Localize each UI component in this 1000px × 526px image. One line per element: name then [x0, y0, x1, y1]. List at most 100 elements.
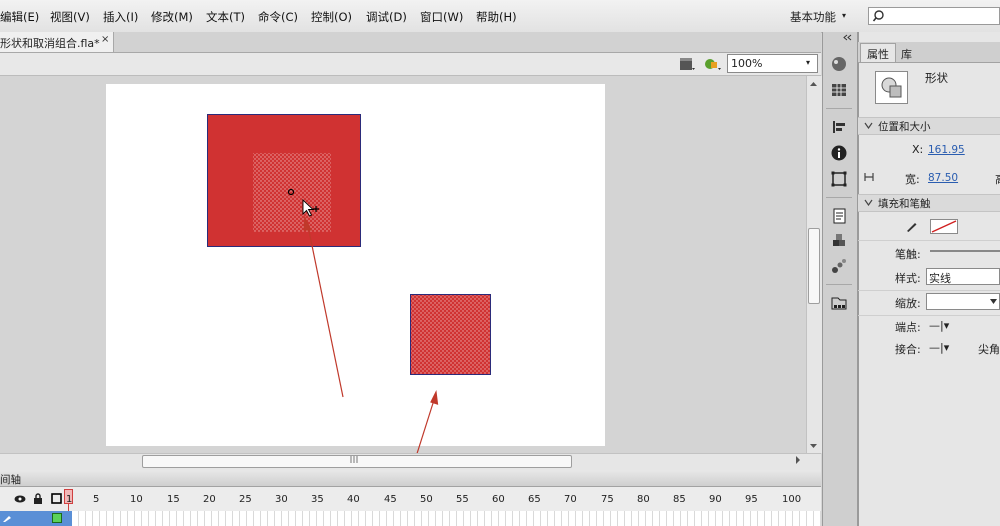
eye-icon[interactable]	[14, 494, 26, 504]
menu-control[interactable]: 控制(O)	[311, 9, 352, 25]
menu-commands[interactable]: 命令(C)	[258, 9, 298, 25]
chevron-down-icon[interactable]	[864, 122, 873, 129]
height-label: 高	[995, 171, 1000, 187]
color-icon[interactable]	[830, 55, 848, 73]
ruler-tick: 25	[239, 494, 252, 505]
x-value[interactable]: 161.95	[928, 144, 965, 156]
selected-fill-region	[253, 153, 331, 232]
object-type-label: 形状	[925, 71, 948, 85]
menu-debug[interactable]: 调试(D)	[366, 9, 407, 25]
ruler-tick: 70	[564, 494, 577, 505]
menu-edit[interactable]: 编辑(E)	[0, 9, 39, 25]
vertical-scroll-thumb[interactable]	[808, 228, 820, 304]
document-tab-label: 形状和取消组合.fla*	[0, 37, 100, 50]
edit-scene-icon[interactable]	[678, 55, 696, 73]
menu-insert[interactable]: 插入(I)	[103, 9, 138, 25]
ruler-tick: 80	[637, 494, 650, 505]
join-select[interactable]: —|▾	[929, 341, 949, 354]
shape-icon	[881, 77, 902, 98]
pencil-icon	[907, 223, 917, 232]
divider	[858, 290, 1000, 291]
divider	[826, 284, 852, 285]
ruler-tick: 15	[167, 494, 180, 505]
ruler-tick: 55	[456, 494, 469, 505]
menu-text[interactable]: 文本(T)	[206, 9, 245, 25]
outline-icon[interactable]	[51, 493, 62, 504]
style-label: 样式:	[895, 272, 921, 285]
width-value[interactable]: 87.50	[928, 172, 958, 184]
frame-ruler	[0, 487, 821, 511]
link-icon[interactable]	[862, 171, 876, 183]
timeline-frames[interactable]	[72, 511, 821, 526]
chevron-down-icon[interactable]: ▾	[806, 58, 810, 67]
search-input[interactable]	[868, 7, 1000, 25]
collapse-icon[interactable]	[843, 34, 853, 41]
menu-view[interactable]: 视图(V)	[50, 9, 90, 25]
timeline-title: 间轴	[0, 474, 21, 486]
ruler-tick: 1	[66, 494, 73, 505]
timeline-header	[0, 470, 821, 487]
workspace-switcher[interactable]: 基本功能	[790, 9, 836, 25]
swatches-icon[interactable]	[830, 81, 848, 99]
ruler-tick: 40	[347, 494, 360, 505]
pencil-icon	[3, 516, 11, 522]
edit-symbols-icon[interactable]	[702, 55, 722, 73]
panel-icon-strip	[822, 32, 858, 526]
layer-color-swatch[interactable]	[52, 513, 62, 523]
grip-icon	[350, 456, 358, 463]
menu-help[interactable]: 帮助(H)	[476, 9, 517, 25]
divider	[858, 240, 1000, 241]
divider	[826, 197, 852, 198]
scroll-down-icon[interactable]	[809, 442, 818, 450]
ruler-tick: 10	[130, 494, 143, 505]
scale-label: 缩放:	[895, 297, 921, 310]
stroke-label: 笔触:	[895, 248, 921, 261]
ruler-tick: 90	[709, 494, 722, 505]
menu-modify[interactable]: 修改(M)	[151, 9, 193, 25]
ruler-tick: 100	[782, 494, 802, 505]
cap-select[interactable]: —|▾	[929, 319, 949, 332]
transform-icon[interactable]	[830, 170, 848, 188]
chevron-down-icon[interactable]	[864, 199, 873, 206]
chevron-down-icon[interactable]	[989, 298, 998, 305]
chevron-down-icon[interactable]: ▾	[842, 11, 846, 20]
width-label: 宽:	[905, 173, 920, 186]
ruler-tick: 75	[601, 494, 614, 505]
section-position-label: 位置和大小	[878, 121, 931, 133]
no-color-icon	[931, 220, 957, 233]
ruler-tick: 5	[93, 494, 100, 505]
miter-label: 尖角	[978, 343, 1000, 356]
components-icon[interactable]	[830, 232, 848, 250]
ruler-tick: 60	[492, 494, 505, 505]
ruler-tick: 95	[745, 494, 758, 505]
tab-library[interactable]: 库	[901, 46, 912, 62]
align-icon[interactable]	[830, 118, 848, 136]
divider	[858, 315, 1000, 316]
x-label: X:	[912, 143, 924, 156]
cap-label: 端点:	[895, 321, 921, 334]
zoom-value: 100%	[731, 57, 763, 70]
style-value: 实线	[929, 272, 951, 285]
scroll-right-icon[interactable]	[794, 455, 802, 465]
scroll-up-icon[interactable]	[809, 80, 818, 88]
ruler-tick: 35	[311, 494, 324, 505]
code-snippets-icon[interactable]	[830, 207, 848, 225]
join-label: 接合:	[895, 343, 921, 356]
close-icon[interactable]: ×	[101, 34, 109, 45]
stroke-slider[interactable]	[930, 250, 1000, 252]
search-icon	[872, 10, 884, 22]
menu-window[interactable]: 窗口(W)	[420, 9, 463, 25]
document-tab-bar	[0, 32, 821, 53]
stage-drawing	[207, 114, 491, 453]
separated-shape	[410, 294, 491, 375]
ruler-tick: 45	[384, 494, 397, 505]
divider	[826, 108, 852, 109]
ruler-tick: 65	[528, 494, 541, 505]
ruler-tick: 50	[420, 494, 433, 505]
motion-presets-icon[interactable]	[830, 257, 848, 275]
ruler-tick: 85	[673, 494, 686, 505]
info-icon[interactable]	[830, 144, 848, 162]
tab-properties-label: 属性	[867, 48, 889, 61]
project-icon[interactable]	[830, 294, 848, 312]
lock-icon[interactable]	[33, 493, 43, 504]
